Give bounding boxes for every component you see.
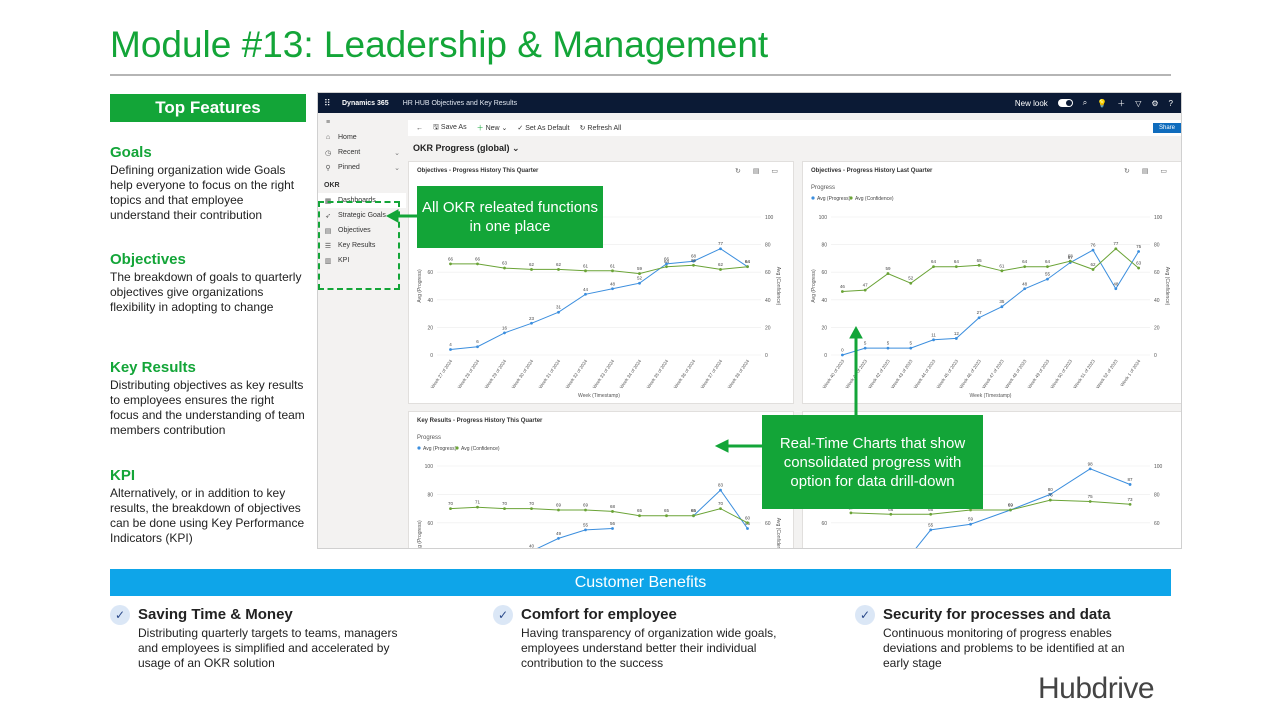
checkmark-icon: ✓: [855, 605, 875, 625]
arrow-head-top-chart: [849, 325, 863, 339]
benefit-title: Comfort for employee: [521, 606, 677, 623]
benefit-title: Saving Time & Money: [138, 606, 293, 623]
benefit-text: Distributing quarterly targets to teams,…: [138, 626, 398, 670]
checkmark-icon: ✓: [110, 605, 130, 625]
hubdrive-logo: Hubdrive: [1038, 672, 1155, 705]
benefit-text: Continuous monitoring of progress enable…: [883, 626, 1125, 670]
arrow-head-bottom-chart: [714, 439, 729, 453]
checkmark-icon: ✓: [493, 605, 513, 625]
benefit-text: Having transparency of organization wide…: [521, 626, 777, 670]
arrow-head-sidebar: [385, 209, 399, 223]
benefit-title: Security for processes and data: [883, 606, 1111, 623]
customer-benefits-header: Customer Benefits: [110, 569, 1171, 596]
